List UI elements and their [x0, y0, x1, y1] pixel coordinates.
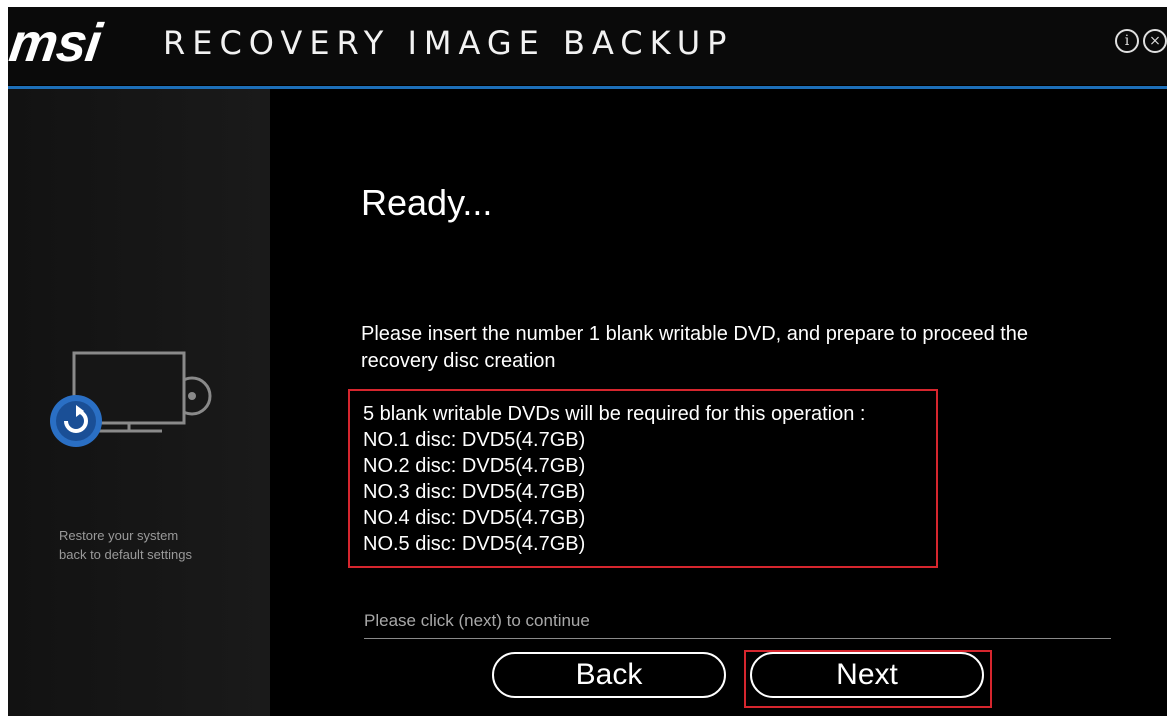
- disc-requirements-list: 5 blank writable DVDs will be required f…: [363, 401, 865, 557]
- title-controls: i ×: [1115, 29, 1167, 53]
- back-button[interactable]: Back: [492, 652, 726, 698]
- list-item: NO.3 disc: DVD5(4.7GB): [363, 481, 586, 503]
- sidebar-caption: Restore your system back to default sett…: [59, 526, 192, 564]
- list-item: NO.5 disc: DVD5(4.7GB): [363, 533, 586, 555]
- recovery-window: msi RECOVERY IMAGE BACKUP i × Restore yo…: [8, 7, 1167, 716]
- sidebar-caption-line1: Restore your system: [59, 528, 179, 543]
- msi-logo: msi: [8, 13, 105, 73]
- sidebar: Restore your system back to default sett…: [8, 89, 270, 716]
- monitor-disc-restore-icon: [50, 351, 212, 447]
- page-title: Ready...: [361, 182, 493, 223]
- insert-instruction: Please insert the number 1 blank writabl…: [361, 323, 1029, 372]
- app-title: RECOVERY IMAGE BACKUP: [163, 24, 734, 62]
- disc-requirements-box: 5 blank writable DVDs will be required f…: [348, 389, 938, 568]
- info-icon[interactable]: i: [1115, 29, 1139, 53]
- sidebar-caption-line2: back to default settings: [59, 547, 192, 562]
- title-bar: msi RECOVERY IMAGE BACKUP i ×: [8, 7, 1167, 85]
- list-item: NO.2 disc: DVD5(4.7GB): [363, 455, 586, 477]
- list-item: NO.1 disc: DVD5(4.7GB): [363, 429, 586, 451]
- next-button[interactable]: Next: [750, 652, 984, 698]
- close-icon[interactable]: ×: [1143, 29, 1167, 53]
- footer-divider: [364, 638, 1111, 639]
- requirements-summary: 5 blank writable DVDs will be required f…: [363, 403, 866, 425]
- list-item: NO.4 disc: DVD5(4.7GB): [363, 507, 586, 529]
- continue-hint: Please click (next) to continue: [364, 611, 590, 630]
